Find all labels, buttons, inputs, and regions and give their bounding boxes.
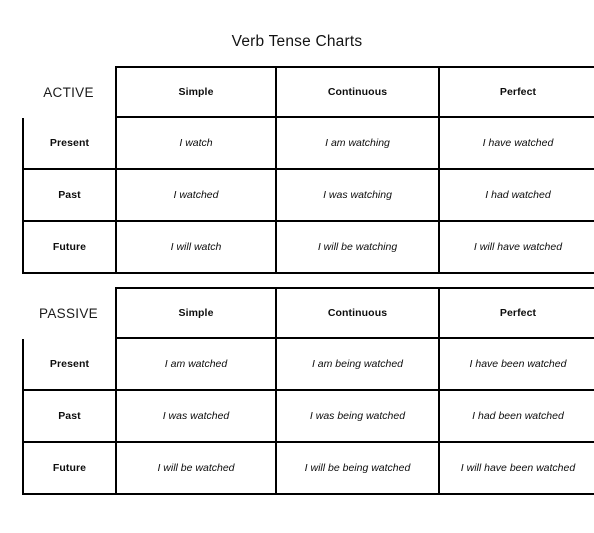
row-header-past: Past [22, 391, 115, 443]
page-canvas: Verb Tense Charts ACTIVE Simple Continuo… [0, 0, 594, 533]
row-header-past: Past [22, 170, 115, 222]
verb-tense-chart-passive: PASSIVE Simple Continuous Perfect Presen… [0, 287, 594, 495]
column-header-continuous: Continuous [275, 287, 438, 339]
table-cell: I was watching [275, 170, 438, 222]
row-header-present: Present [22, 339, 115, 391]
column-header-simple: Simple [115, 66, 275, 118]
table-cell: I have watched [438, 118, 594, 170]
table-cell: I was watched [115, 391, 275, 443]
table-cell: I am being watched [275, 339, 438, 391]
verb-tense-chart-active: ACTIVE Simple Continuous Perfect Present… [0, 66, 594, 275]
table-cell: I am watching [275, 118, 438, 170]
table-cell: I will be watching [275, 222, 438, 274]
column-header-simple: Simple [115, 287, 275, 339]
column-header-perfect: Perfect [438, 66, 594, 118]
table-cell: I will have been watched [438, 443, 594, 495]
table-cell: I had been watched [438, 391, 594, 443]
row-header-future: Future [22, 222, 115, 274]
page-title: Verb Tense Charts [231, 33, 363, 50]
column-header-perfect: Perfect [438, 287, 594, 339]
row-header-future: Future [22, 443, 115, 495]
table-cell: I was being watched [275, 391, 438, 443]
table-cell: I will be being watched [275, 443, 438, 495]
table-cell: I watch [115, 118, 275, 170]
table-cell: I will have watched [438, 222, 594, 274]
table-grid-passive: Simple Continuous Perfect Present I am w… [0, 287, 594, 495]
table-cell: I will be watched [115, 443, 275, 495]
table-cell: I have been watched [438, 339, 594, 391]
row-header-present: Present [22, 118, 115, 170]
table-cell: I had watched [438, 170, 594, 222]
table-grid-active: Simple Continuous Perfect Present I watc… [0, 66, 594, 275]
column-header-continuous: Continuous [275, 66, 438, 118]
table-cell: I will watch [115, 222, 275, 274]
table-cell: I watched [115, 170, 275, 222]
table-cell: I am watched [115, 339, 275, 391]
